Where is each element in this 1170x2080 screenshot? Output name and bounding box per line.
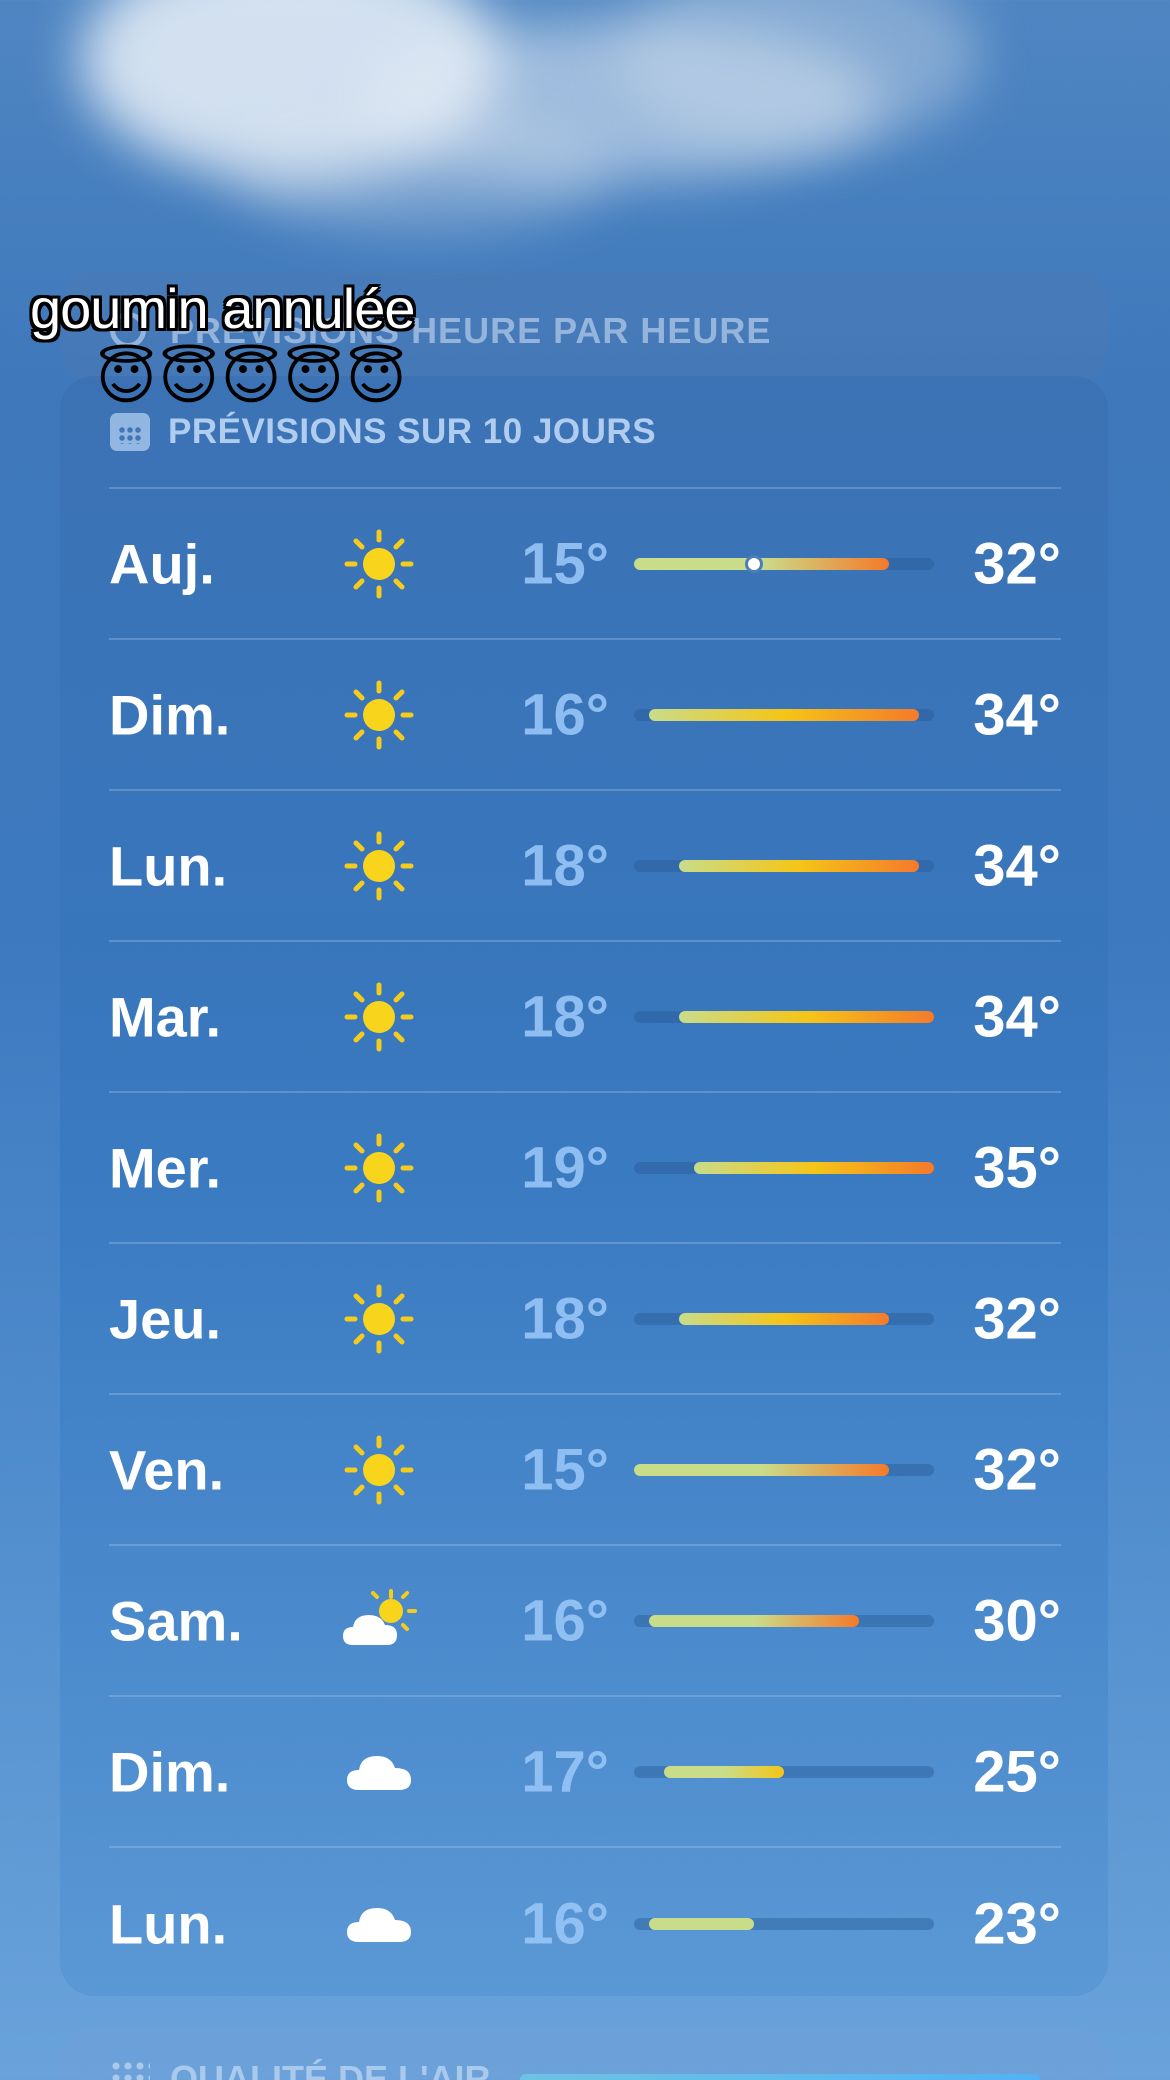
forecast-low-temp: 19° (521, 1135, 609, 1200)
current-temperature-indicator (745, 554, 763, 573)
temperature-range-bar (634, 1010, 934, 1023)
forecast-row[interactable]: Sam. 16° 30° (109, 1546, 1061, 1697)
forecast-high-temp: 23° (973, 1891, 1061, 1956)
temperature-range-bar (634, 1765, 934, 1778)
forecast-row[interactable]: Dim. 16° 34° (109, 640, 1061, 791)
forecast-day-label: Mar. (109, 985, 222, 1048)
forecast-row[interactable]: Dim. 17° 25° (109, 1697, 1061, 1848)
forecast-day-label: Dim. (109, 683, 231, 746)
forecast-row[interactable]: Lun. 18° 34° (109, 791, 1061, 942)
forecast-row[interactable]: Mer. 19° 35° (109, 1093, 1061, 1244)
temperature-range-bar (634, 708, 934, 721)
cloud-icon (339, 1884, 419, 1964)
temperature-range-fill (664, 1765, 784, 1778)
forecast-low-temp: 15° (521, 531, 609, 596)
forecast-low-temp: 16° (521, 682, 609, 747)
temperature-range-fill (679, 1312, 889, 1325)
ten-day-forecast-header: PRÉVISIONS SUR 10 JOURS (110, 412, 656, 452)
forecast-row[interactable]: Auj. 15° 32° (109, 489, 1061, 640)
temperature-range-fill (679, 859, 919, 872)
sun-icon (339, 826, 419, 906)
forecast-high-temp: 34° (973, 984, 1061, 1049)
forecast-high-temp: 32° (973, 531, 1061, 596)
forecast-high-temp: 34° (973, 833, 1061, 898)
forecast-day-label: Mer. (109, 1136, 222, 1199)
temperature-range-bar (634, 1161, 934, 1174)
forecast-day-label: Lun. (109, 1892, 228, 1955)
air-quality-bar (520, 2074, 1040, 2080)
sun-icon (339, 675, 419, 755)
forecast-high-temp: 30° (973, 1588, 1061, 1653)
cloud-icon (339, 1732, 419, 1812)
ten-day-forecast-title: PRÉVISIONS SUR 10 JOURS (168, 412, 657, 451)
forecast-low-temp: 18° (521, 1286, 609, 1351)
forecast-day-label: Dim. (109, 1740, 231, 1803)
calendar-icon (110, 413, 150, 451)
forecast-high-temp: 25° (973, 1739, 1061, 1804)
temperature-range-bar (634, 1463, 934, 1476)
forecast-day-label: Sam. (109, 1589, 243, 1652)
forecast-day-label: Ven. (109, 1438, 225, 1501)
forecast-day-label: Auj. (109, 532, 215, 595)
sun-icon (339, 1279, 419, 1359)
temperature-range-fill (634, 1463, 889, 1476)
temperature-range-fill (649, 1614, 859, 1627)
forecast-high-temp: 32° (973, 1286, 1061, 1351)
forecast-row[interactable]: Mar. 18° 34° (109, 942, 1061, 1093)
sun-icon (339, 524, 419, 604)
temperature-range-bar (634, 1614, 934, 1627)
forecast-low-temp: 18° (521, 833, 609, 898)
forecast-high-temp: 35° (973, 1135, 1061, 1200)
sun-icon (339, 1430, 419, 1510)
temperature-range-fill (679, 1010, 934, 1023)
sun-icon (339, 1128, 419, 1208)
forecast-low-temp: 16° (521, 1891, 609, 1956)
temperature-range-fill (649, 1917, 754, 1930)
temperature-range-bar (634, 859, 934, 872)
forecast-day-label: Lun. (109, 834, 228, 897)
overlay-emojis: 😇😇😇😇😇 (96, 346, 409, 411)
forecast-day-label: Jeu. (109, 1287, 222, 1350)
sun-icon (339, 977, 419, 1057)
forecast-list: Auj. 15° 32° Dim. 16° 34° Lun. 18° 34° M… (109, 489, 1061, 1999)
temperature-range-bar (634, 1312, 934, 1325)
overlay-caption: goumin annulée (30, 277, 416, 340)
forecast-low-temp: 16° (521, 1588, 609, 1653)
forecast-row[interactable]: Lun. 16° 23° (109, 1848, 1061, 1999)
forecast-low-temp: 15° (521, 1437, 609, 1502)
forecast-high-temp: 34° (973, 682, 1061, 747)
air-quality-icon (110, 2060, 150, 2080)
forecast-low-temp: 18° (521, 984, 609, 1049)
air-quality-title: QUALITÉ DE L'AIR (170, 2058, 491, 2080)
forecast-low-temp: 17° (521, 1739, 609, 1804)
forecast-row[interactable]: Jeu. 18° 32° (109, 1244, 1061, 1395)
temperature-range-bar (634, 554, 934, 573)
forecast-row[interactable]: Ven. 15° 32° (109, 1395, 1061, 1546)
partly-cloudy-icon (339, 1581, 419, 1661)
forecast-high-temp: 32° (973, 1437, 1061, 1502)
cloud (230, 120, 610, 230)
temperature-range-bar (634, 1917, 934, 1930)
temperature-range-fill (649, 708, 919, 721)
temperature-range-fill (694, 1161, 934, 1174)
